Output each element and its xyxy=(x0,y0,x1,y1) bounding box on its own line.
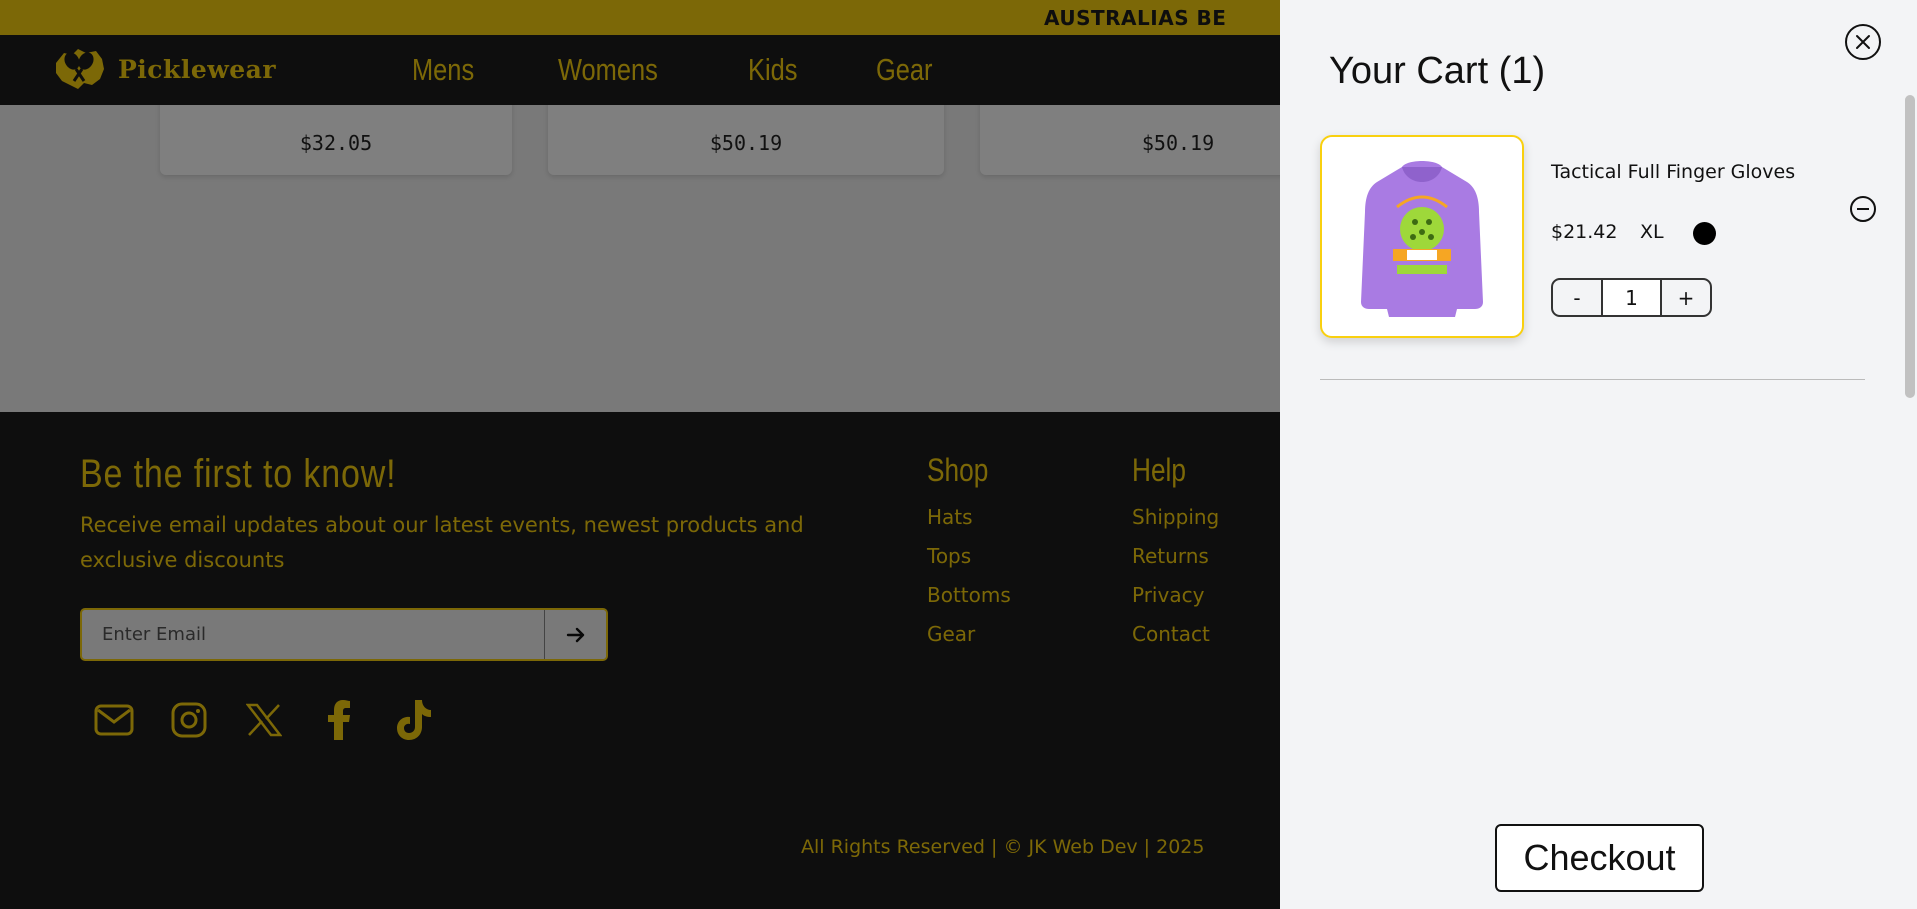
modal-overlay[interactable] xyxy=(0,0,1280,909)
cart-title: Your Cart (1) xyxy=(1329,50,1546,92)
minus-circle-icon xyxy=(1857,208,1869,210)
quantity-input[interactable] xyxy=(1601,280,1662,315)
cart-scrollbar[interactable] xyxy=(1905,95,1915,398)
purple-hoodie-image xyxy=(1361,160,1483,317)
cart-item-color-swatch[interactable] xyxy=(1693,222,1716,245)
cart-item-size: XL xyxy=(1640,221,1664,243)
cart-divider xyxy=(1320,379,1865,380)
quantity-stepper: - + xyxy=(1551,278,1712,317)
cart-item-name: Tactical Full Finger Gloves xyxy=(1551,161,1796,183)
cart-item-image[interactable] xyxy=(1320,135,1524,338)
quantity-increment-button[interactable]: + xyxy=(1662,280,1710,315)
close-icon xyxy=(1856,35,1870,49)
remove-item-button[interactable] xyxy=(1850,196,1876,222)
close-cart-button[interactable] xyxy=(1845,24,1881,60)
checkout-button[interactable]: Checkout xyxy=(1495,824,1704,892)
cart-item-price: $21.42 xyxy=(1551,221,1618,243)
quantity-decrement-button[interactable]: - xyxy=(1553,280,1601,315)
